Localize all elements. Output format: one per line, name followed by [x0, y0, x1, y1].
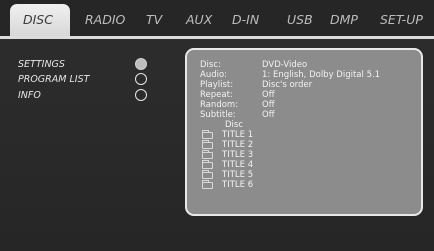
- disc-menu-screen: DISC RADIO TV AUX D-IN USB DMP SET-UP SE…: [0, 0, 434, 251]
- menu-item-program-list[interactable]: PROGRAM LIST: [18, 73, 158, 88]
- playlist-label: Playlist:: [200, 80, 234, 90]
- folder-icon: [202, 150, 213, 159]
- menu-item-info[interactable]: INFO: [18, 89, 158, 104]
- tab-aux-label: AUX: [186, 12, 213, 27]
- menu-item-settings[interactable]: SETTINGS: [18, 58, 158, 73]
- settings-radio[interactable]: [135, 58, 147, 70]
- tab-tv[interactable]: TV: [146, 12, 162, 32]
- tab-radio-label: RADIO: [85, 12, 126, 27]
- title-label: TITLE 6: [222, 180, 254, 190]
- tab-tv-label: TV: [146, 12, 163, 27]
- title-label: TITLE 5: [222, 170, 254, 180]
- title-label: TITLE 2: [222, 140, 254, 150]
- disc-value: DVD-Video: [262, 60, 308, 70]
- tab-dmp-label: DMP: [330, 12, 358, 27]
- folder-icon: [202, 140, 213, 149]
- tab-set-up[interactable]: SET-UP: [380, 12, 423, 32]
- tab-set-up-label: SET-UP: [380, 12, 423, 27]
- folder-icon: [202, 170, 213, 179]
- subtitle-label: Subtitle:: [200, 110, 236, 120]
- program-list-radio[interactable]: [135, 73, 147, 85]
- tab-usb[interactable]: USB: [287, 12, 313, 32]
- tab-d-in[interactable]: D-IN: [232, 12, 259, 32]
- folder-icon: [202, 130, 213, 139]
- tab-disc-label: DISC: [23, 12, 53, 27]
- tab-disc[interactable]: DISC: [10, 4, 70, 38]
- tab-divider: [0, 36, 434, 39]
- audio-label: Audio:: [200, 70, 228, 80]
- folder-icon: [202, 160, 213, 169]
- playlist-value: Disc's order: [262, 80, 313, 90]
- tab-radio[interactable]: RADIO: [85, 12, 125, 32]
- tab-aux[interactable]: AUX: [186, 12, 212, 32]
- title-label: TITLE 1: [222, 130, 254, 140]
- repeat-label: Repeat:: [200, 90, 233, 100]
- menu-item-settings-label: SETTINGS: [18, 59, 65, 70]
- disc-tree-header: Disc: [225, 120, 244, 130]
- tab-usb-label: USB: [287, 12, 313, 27]
- random-value: Off: [262, 100, 275, 110]
- info-radio[interactable]: [135, 89, 147, 101]
- disc-label: Disc:: [200, 60, 221, 70]
- tab-d-in-label: D-IN: [232, 12, 260, 27]
- title-label: TITLE 4: [222, 160, 254, 170]
- random-label: Random:: [200, 100, 239, 110]
- audio-value: 1: English, Dolby Digital 5.1: [262, 70, 381, 80]
- disc-info-panel: Disc: DVD-Video Audio: 1: English, Dolby…: [185, 48, 423, 216]
- title-label: TITLE 3: [222, 150, 254, 160]
- folder-icon: [202, 180, 213, 189]
- menu-item-program-list-label: PROGRAM LIST: [18, 74, 90, 85]
- tab-dmp[interactable]: DMP: [330, 12, 358, 32]
- repeat-value: Off: [262, 90, 275, 100]
- subtitle-value: Off: [262, 110, 275, 120]
- menu-item-info-label: INFO: [18, 90, 41, 101]
- tab-bar: DISC RADIO TV AUX D-IN USB DMP SET-UP: [0, 0, 434, 39]
